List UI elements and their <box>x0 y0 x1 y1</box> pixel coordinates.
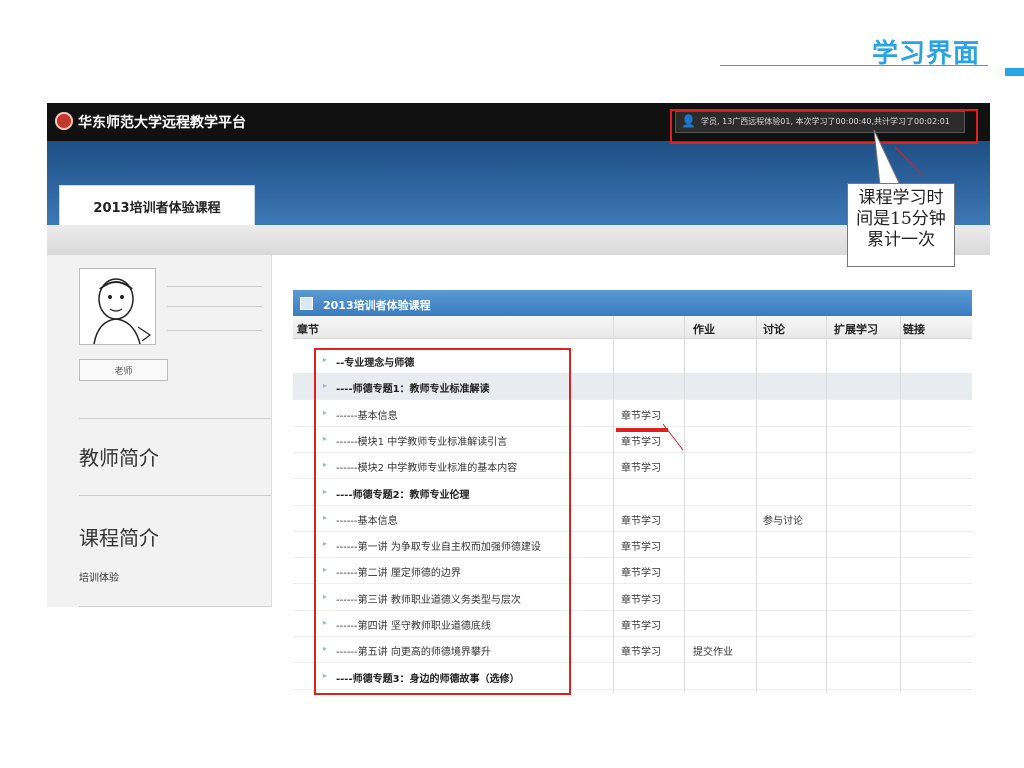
callout-note: 课程学习时 间是15分钟 累计一次 <box>847 183 955 267</box>
callout-line: 间是15分钟 <box>856 209 946 229</box>
annotation-arrows <box>662 129 924 451</box>
callout-line: 累计一次 <box>867 230 935 250</box>
callout-line: 课程学习时 <box>858 188 944 208</box>
